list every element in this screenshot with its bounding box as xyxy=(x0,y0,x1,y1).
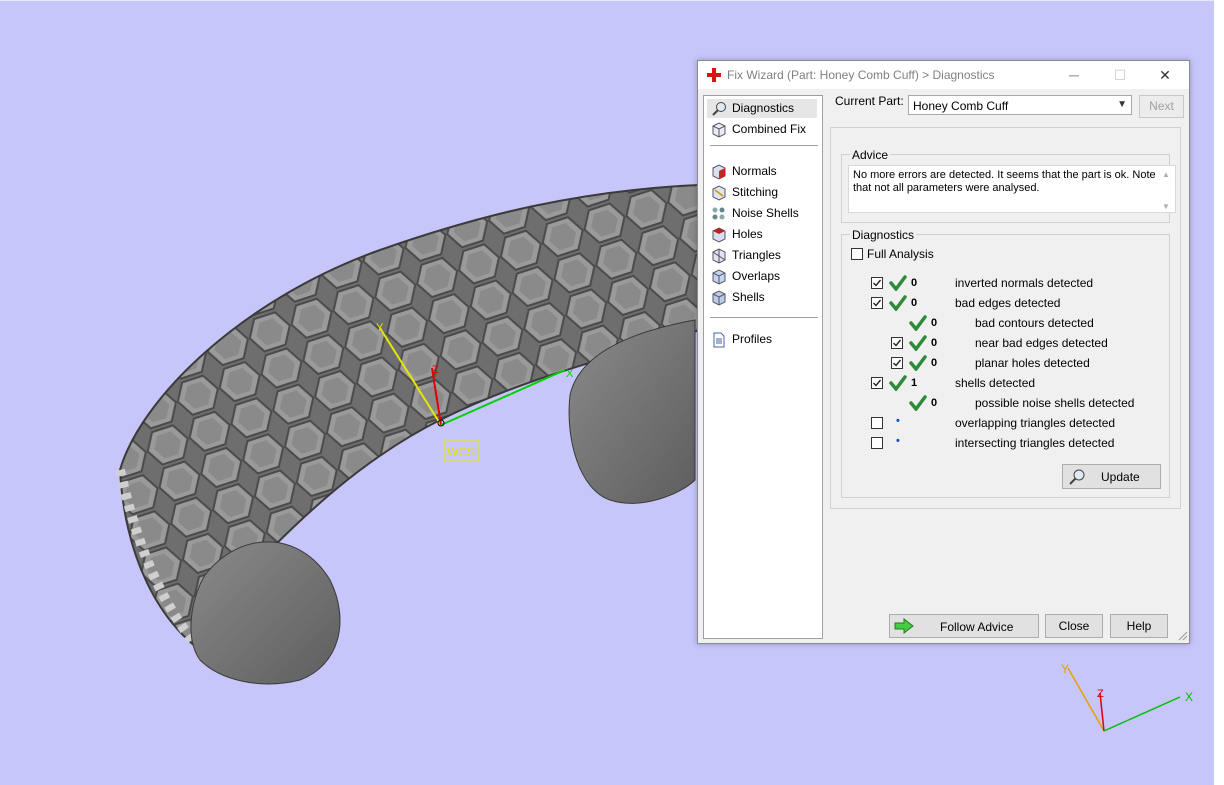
stitching-cube-icon xyxy=(712,185,726,201)
axis-z-label: Z xyxy=(432,364,439,376)
row-count: 0 xyxy=(911,277,918,289)
chevron-down-icon: ▼ xyxy=(1117,99,1127,110)
scroll-up-icon: ▲ xyxy=(1162,170,1170,179)
overlaps-cube-icon xyxy=(712,269,726,285)
row-checkbox[interactable] xyxy=(891,337,903,349)
magnifier-icon xyxy=(712,102,726,116)
row-count: 1 xyxy=(911,377,918,389)
green-check-icon xyxy=(889,275,907,291)
shells-cube-icon xyxy=(712,290,726,306)
resize-grip-icon[interactable] xyxy=(1178,631,1188,641)
update-label: Update xyxy=(1101,470,1140,484)
update-button[interactable]: Update xyxy=(1062,464,1161,489)
row-label: bad edges detected xyxy=(955,296,1061,310)
top-border xyxy=(0,0,1224,1)
advice-text-box[interactable]: No more errors are detected. It seems th… xyxy=(848,165,1176,213)
row-checkbox[interactable] xyxy=(871,377,883,389)
green-check-icon xyxy=(909,355,927,371)
help-button[interactable]: Help xyxy=(1110,614,1168,638)
row-label: shells detected xyxy=(955,376,1036,390)
red-cross-icon xyxy=(707,68,721,82)
advice-scrollbar[interactable]: ▲ ▼ xyxy=(1159,166,1175,212)
nav-item-triangles[interactable]: Triangles xyxy=(707,246,817,265)
nav-separator xyxy=(710,317,818,318)
triangles-cube-icon xyxy=(712,248,726,264)
row-count: 0 xyxy=(911,297,918,309)
nav-item-holes[interactable]: Holes xyxy=(707,225,817,244)
wcs-label: WCS xyxy=(447,445,475,459)
nav-item-overlaps[interactable]: Overlaps xyxy=(707,267,817,286)
row-label: bad contours detected xyxy=(975,316,1094,330)
row-checkbox[interactable] xyxy=(891,357,903,369)
green-check-icon xyxy=(889,375,907,391)
row-checkbox[interactable] xyxy=(871,417,883,429)
row-label: inverted normals detected xyxy=(955,276,1094,290)
nav-item-combined-fix[interactable]: Combined Fix xyxy=(707,120,817,139)
nav-item-diagnostics[interactable]: Diagnostics xyxy=(707,99,817,118)
window-title: Fix Wizard (Part: Honey Comb Cuff) > Dia… xyxy=(727,68,995,82)
green-check-icon xyxy=(909,335,927,351)
full-analysis-label: Full Analysis xyxy=(867,247,934,261)
wizard-nav: Diagnostics Combined Fix Normals Stitchi… xyxy=(703,95,823,639)
next-button[interactable]: Next xyxy=(1139,95,1184,118)
nav-item-noise-shells[interactable]: Noise Shells xyxy=(707,204,817,223)
nav-item-normals[interactable]: Normals xyxy=(707,162,817,181)
nav-item-shells[interactable]: Shells xyxy=(707,288,817,307)
green-check-icon xyxy=(909,315,927,331)
title-bar[interactable]: Fix Wizard (Part: Honey Comb Cuff) > Dia… xyxy=(698,61,1189,89)
green-check-icon xyxy=(909,395,927,411)
mini-axis-z-label: Z xyxy=(1097,688,1104,700)
holes-cube-icon xyxy=(712,227,726,243)
cube-icon xyxy=(712,122,726,138)
row-label: intersecting triangles detected xyxy=(955,436,1115,450)
row-label: overlapping triangles detected xyxy=(955,416,1116,430)
follow-advice-label: Follow Advice xyxy=(940,620,1014,634)
scroll-down-icon: ▼ xyxy=(1162,202,1170,211)
row-count: 0 xyxy=(931,337,938,349)
close-window-button[interactable]: ✕ xyxy=(1155,65,1175,85)
axis-y-label: Y xyxy=(376,322,384,334)
row-count: 0 xyxy=(931,357,938,369)
mini-axis-y-label: Y xyxy=(1061,662,1070,676)
full-analysis-checkbox[interactable] xyxy=(851,248,863,260)
green-check-icon xyxy=(889,295,907,311)
nav-separator xyxy=(710,145,818,146)
right-edge-strip xyxy=(1214,0,1224,785)
row-status-dot: • xyxy=(896,415,900,427)
nav-item-stitching[interactable]: Stitching xyxy=(707,183,817,202)
profiles-document-icon xyxy=(713,332,725,348)
noise-shells-icon xyxy=(712,207,725,220)
row-checkbox[interactable] xyxy=(871,437,883,449)
current-part-select[interactable]: Honey Comb Cuff ▼ xyxy=(908,95,1132,115)
fix-wizard-dialog: Fix Wizard (Part: Honey Comb Cuff) > Dia… xyxy=(697,60,1190,644)
current-part-label: Current Part: xyxy=(835,94,904,108)
advice-text: No more errors are detected. It seems th… xyxy=(853,169,1156,194)
green-arrow-icon xyxy=(894,618,914,634)
axis-x-label: X xyxy=(566,368,574,380)
row-checkbox[interactable] xyxy=(871,297,883,309)
diagnostics-title: Diagnostics xyxy=(850,228,917,242)
row-label: possible noise shells detected xyxy=(975,396,1135,410)
nav-item-profiles[interactable]: Profiles xyxy=(707,330,817,349)
normals-cube-icon xyxy=(712,164,726,180)
current-part-value: Honey Comb Cuff xyxy=(913,99,1009,113)
mini-axis-x-label: X xyxy=(1185,690,1194,704)
close-button[interactable]: Close xyxy=(1045,614,1103,638)
magnifier-icon xyxy=(1069,469,1085,485)
row-label: planar holes detected xyxy=(975,356,1090,370)
row-count: 0 xyxy=(931,317,938,329)
row-count: 0 xyxy=(931,397,938,409)
minimize-button[interactable]: ─ xyxy=(1064,65,1084,85)
advice-title: Advice xyxy=(850,148,891,162)
row-label: near bad edges detected xyxy=(975,336,1108,350)
row-status-dot: • xyxy=(896,435,900,447)
maximize-button[interactable]: ☐ xyxy=(1110,65,1130,85)
follow-advice-button[interactable]: Follow Advice xyxy=(889,614,1039,638)
row-checkbox[interactable] xyxy=(871,277,883,289)
